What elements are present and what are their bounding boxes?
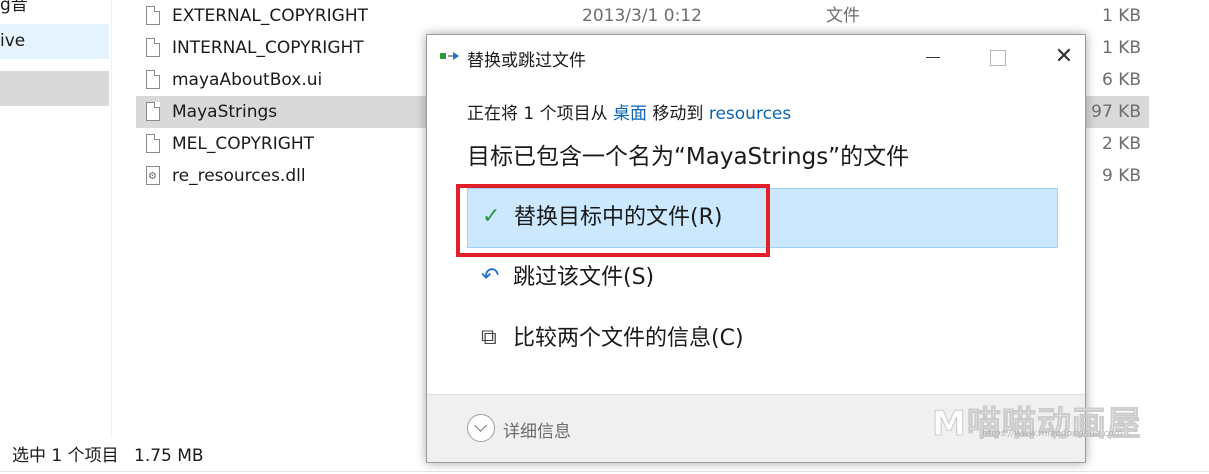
file-size: 6 KB: [1101, 70, 1141, 90]
option-label: 跳过该文件(S): [513, 265, 655, 290]
dialog-info-text: 正在将 1 个项目从 桌面 移动到 resources: [467, 99, 791, 124]
close-icon: ✕: [1054, 44, 1074, 69]
file-size: 2 KB: [1101, 134, 1141, 154]
dialog-title: 替换或跳过文件: [467, 51, 586, 71]
file-name: re_resources.dll: [172, 166, 306, 186]
file-date: 2013/3/1 0:12: [582, 6, 702, 26]
file-size: 9 KB: [1101, 166, 1141, 186]
file-name: EXTERNAL_COPYRIGHT: [172, 6, 369, 26]
destination-folder-link[interactable]: resources: [709, 104, 791, 124]
skip-file-option[interactable]: ↶ 跳过该文件(S): [467, 249, 1058, 309]
nav-item-selected[interactable]: [0, 71, 109, 106]
source-folder-link[interactable]: 桌面: [613, 104, 647, 124]
file-icon: [146, 134, 160, 153]
dll-file-icon: [146, 161, 160, 193]
status-selection-count: 选中 1 个项目: [12, 446, 119, 466]
file-name: MEL_COPYRIGHT: [172, 134, 315, 154]
info-middle: 移动到: [647, 104, 709, 124]
file-type: 文件: [826, 6, 860, 26]
file-icon: [146, 102, 160, 121]
file-row[interactable]: EXTERNAL_COPYRIGHT 2013/3/1 0:12 文件 1 KB: [136, 0, 1149, 32]
replace-file-option[interactable]: ✓ 替换目标中的文件(R): [467, 188, 1058, 248]
close-button[interactable]: ✕: [1044, 43, 1084, 73]
file-icon: [146, 70, 160, 89]
nav-item-partial-top[interactable]: g音: [0, 0, 28, 15]
info-prefix: 正在将 1 个项目从: [467, 104, 614, 124]
compare-files-icon: ⧉: [481, 325, 497, 350]
file-icon: [146, 38, 160, 57]
maximize-button[interactable]: [977, 43, 1017, 73]
file-name: MayaStrings: [172, 102, 278, 122]
move-files-icon: [440, 52, 459, 60]
check-icon: ✓: [482, 204, 501, 229]
file-size: 1 KB: [1101, 6, 1141, 26]
nav-item-onedrive[interactable]: ive: [0, 24, 109, 59]
option-label: 比较两个文件的信息(C): [513, 326, 744, 351]
more-details-toggle[interactable]: 详细信息: [503, 417, 571, 442]
chevron-down-icon[interactable]: [467, 414, 495, 442]
minimize-button[interactable]: [913, 43, 953, 73]
undo-arrow-icon: ↶: [481, 264, 500, 289]
file-name: mayaAboutBox.ui: [172, 70, 323, 90]
file-size: 97 KB: [1091, 102, 1141, 122]
compare-files-option[interactable]: ⧉ 比较两个文件的信息(C): [467, 310, 1058, 370]
dialog-heading: 目标已包含一个名为“MayaStrings”的文件: [467, 144, 910, 170]
screen: g音 ive EXTERNAL_COPYRIGHT 2013/3/1 0:12 …: [0, 0, 1209, 474]
file-name: INTERNAL_COPYRIGHT: [172, 38, 364, 58]
option-label: 替换目标中的文件(R): [514, 205, 723, 230]
dialog-footer: 详细信息: [427, 394, 1085, 462]
dialog-titlebar[interactable]: 替换或跳过文件 ✕: [427, 35, 1085, 79]
file-icon: [146, 6, 160, 25]
status-selection-size: 1.75 MB: [134, 446, 204, 466]
nav-item-label: ive: [0, 31, 26, 51]
file-size: 1 KB: [1101, 38, 1141, 58]
navigation-pane: g音 ive: [0, 0, 112, 438]
replace-or-skip-dialog: 替换或跳过文件 ✕ 正在将 1 个项目从 桌面 移动到 resources 目标…: [426, 34, 1086, 463]
status-divider: [0, 471, 1209, 472]
